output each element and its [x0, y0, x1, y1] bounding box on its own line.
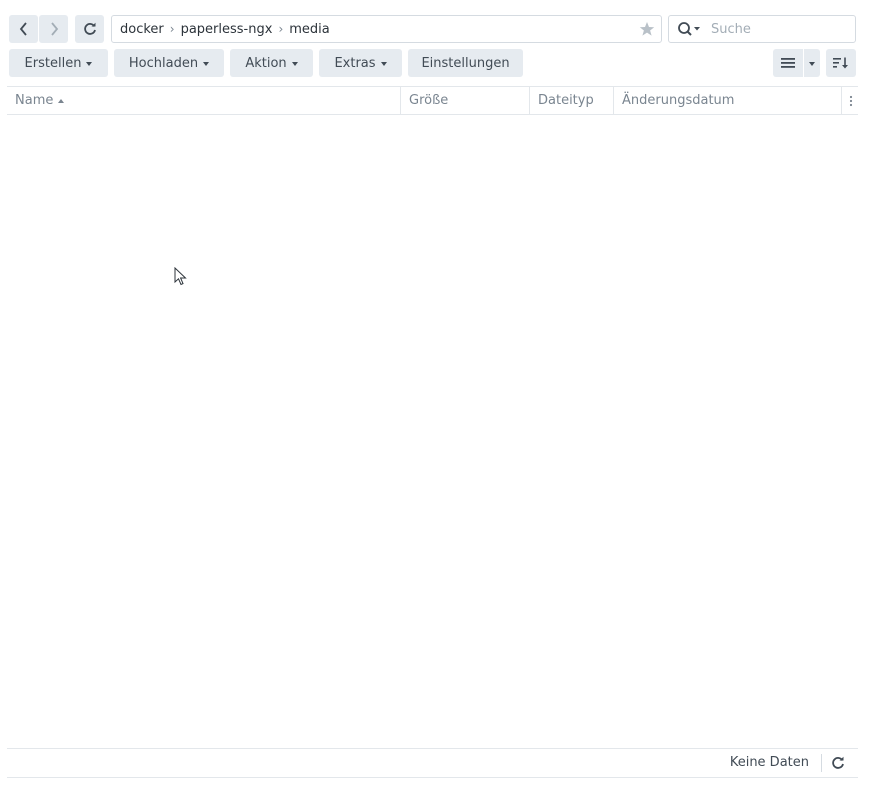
- breadcrumb-item[interactable]: paperless-ngx: [181, 22, 273, 37]
- forward-button[interactable]: [39, 15, 68, 43]
- footer-refresh-button[interactable]: [829, 754, 847, 772]
- address-bar[interactable]: docker › paperless-ngx › media: [111, 15, 662, 43]
- breadcrumb-separator-icon: ›: [169, 22, 175, 36]
- column-header-modified-label: Änderungsdatum: [622, 93, 735, 108]
- extras-button[interactable]: Extras: [319, 49, 402, 77]
- column-header-name[interactable]: Name: [7, 87, 401, 114]
- chevron-down-icon: [86, 62, 93, 66]
- column-header-size[interactable]: Größe: [401, 87, 530, 114]
- refresh-icon: [83, 22, 96, 35]
- chevron-left-icon: [19, 22, 27, 36]
- chevron-down-icon: [291, 62, 298, 66]
- column-options-button[interactable]: [843, 87, 858, 114]
- footer-separator: [821, 754, 822, 772]
- chevron-right-icon: [50, 22, 58, 36]
- chevron-down-icon: [380, 62, 387, 66]
- file-list[interactable]: [7, 115, 858, 748]
- chevron-down-icon: [203, 62, 210, 66]
- column-header-name-label: Name: [15, 93, 54, 108]
- breadcrumb-separator-icon: ›: [278, 22, 284, 36]
- sort-ascending-icon: [58, 98, 65, 103]
- extras-button-label: Extras: [334, 55, 376, 71]
- footer-divider: [7, 748, 858, 749]
- create-button[interactable]: Erstellen: [9, 49, 108, 77]
- column-header-modified[interactable]: Änderungsdatum: [614, 87, 842, 114]
- refresh-button[interactable]: [75, 15, 104, 43]
- search-placeholder: Suche: [711, 21, 751, 37]
- settings-button[interactable]: Einstellungen: [408, 49, 523, 77]
- upload-button-label: Hochladen: [128, 55, 199, 71]
- favorite-star-icon[interactable]: [639, 21, 655, 37]
- refresh-icon: [832, 756, 844, 769]
- more-vertical-icon: [849, 95, 852, 106]
- action-button[interactable]: Aktion: [230, 49, 313, 77]
- back-button[interactable]: [9, 15, 38, 43]
- action-button-label: Aktion: [245, 55, 287, 71]
- search-icon[interactable]: [677, 21, 705, 37]
- breadcrumb-item[interactable]: media: [289, 22, 330, 37]
- sort-icon: [833, 57, 848, 69]
- column-header-size-label: Größe: [409, 93, 449, 108]
- column-header-type-label: Dateityp: [538, 93, 594, 108]
- view-options-dropdown[interactable]: [804, 49, 820, 77]
- column-header-type[interactable]: Dateityp: [530, 87, 614, 114]
- list-view-button[interactable]: [773, 49, 803, 77]
- upload-button[interactable]: Hochladen: [114, 49, 224, 77]
- chevron-down-icon: [809, 62, 815, 66]
- mouse-cursor-icon: [174, 267, 187, 286]
- sort-button[interactable]: [826, 49, 856, 77]
- search-field[interactable]: Suche: [668, 15, 856, 43]
- breadcrumb-item[interactable]: docker: [120, 22, 164, 37]
- list-view-icon: [781, 58, 795, 68]
- create-button-label: Erstellen: [24, 55, 82, 71]
- status-text: Keine Daten: [729, 755, 809, 770]
- footer-bottom-border: [7, 777, 858, 778]
- settings-button-label: Einstellungen: [421, 55, 510, 71]
- file-table-header: Name Größe Dateityp Änderungsdatum: [7, 86, 858, 115]
